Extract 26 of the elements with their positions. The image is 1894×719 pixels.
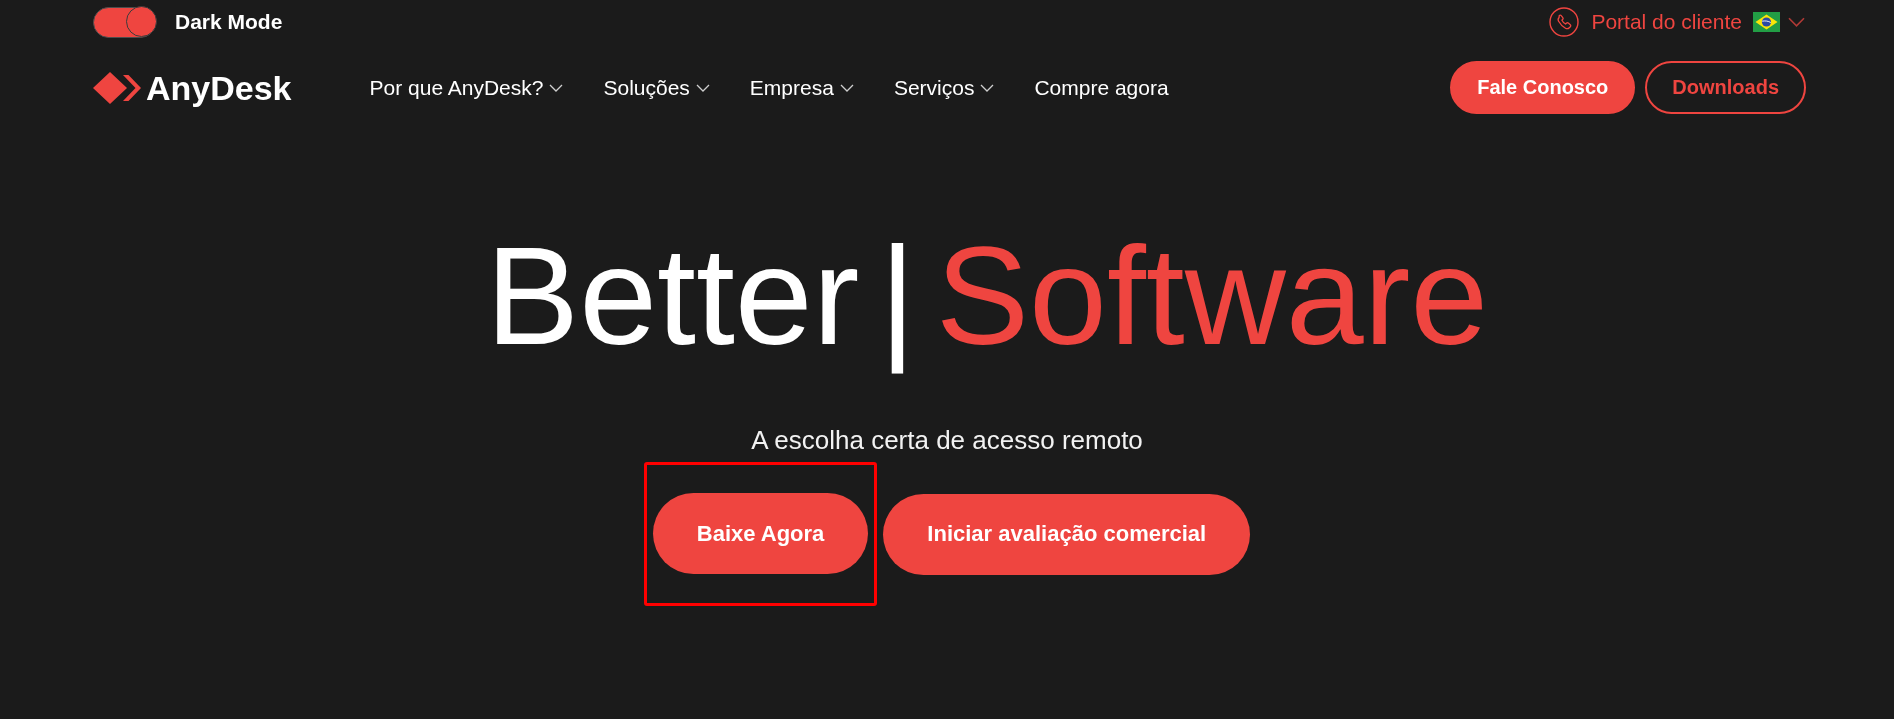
nav-menu-item[interactable]: Empresa — [749, 75, 854, 100]
nav-menu-item[interactable]: Por que AnyDesk? — [369, 75, 564, 100]
chevron-down-icon — [980, 83, 995, 92]
home-logo-link[interactable]: AnyDesk — [93, 70, 292, 105]
nav-menu-item[interactable]: Serviços — [893, 75, 995, 100]
headline-divider: | — [879, 216, 916, 376]
chevron-down-icon — [839, 83, 854, 92]
downloads-button[interactable]: Downloads — [1645, 61, 1806, 114]
chevron-down-icon — [695, 83, 710, 92]
dark-mode-toggle[interactable] — [93, 6, 156, 38]
headline-lead: Better — [485, 216, 860, 376]
flag-icon — [1753, 12, 1780, 32]
trial-button[interactable]: Iniciar avaliação comercial — [883, 493, 1251, 575]
download-now-button[interactable]: Baixe Agora — [652, 493, 869, 575]
language-selector[interactable] — [1753, 12, 1806, 32]
phone-icon — [1549, 7, 1580, 37]
nav-link[interactable]: Compre agora — [1034, 75, 1169, 100]
headline-accent: Software — [935, 216, 1489, 376]
portal-link[interactable]: Portal do cliente — [1549, 7, 1742, 37]
contact-button[interactable]: Fale Conosco — [1450, 61, 1636, 114]
chevron-down-icon — [1787, 17, 1806, 27]
nav-menu-item[interactable]: Soluções — [603, 75, 710, 100]
dark-mode-label: Dark Mode — [175, 10, 283, 34]
hero-subtitle: A escolha certa de acesso remoto — [751, 425, 1143, 457]
chevron-down-icon — [549, 83, 564, 92]
diamond-logo-icon — [93, 71, 141, 104]
